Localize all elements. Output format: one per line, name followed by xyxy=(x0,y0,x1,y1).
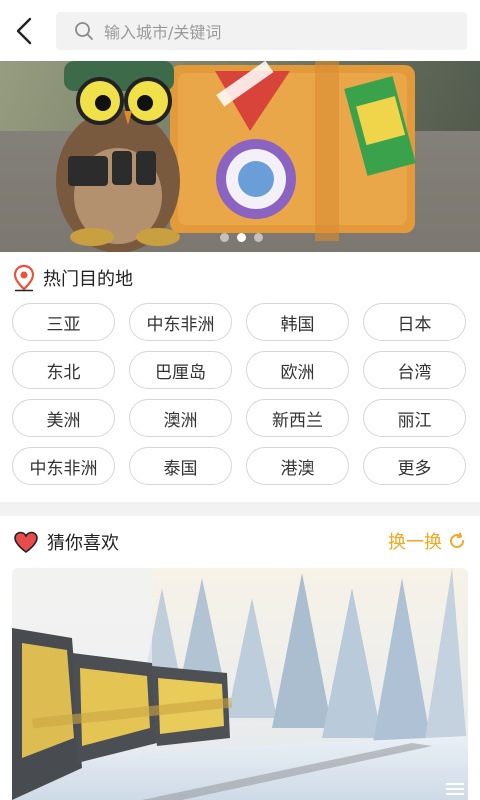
train-snow-image xyxy=(12,568,468,800)
destination-chip[interactable]: 美洲 xyxy=(12,399,115,437)
destination-chip[interactable]: 澳洲 xyxy=(129,399,232,437)
heart-icon xyxy=(14,531,38,553)
destination-chip[interactable]: 泰国 xyxy=(129,447,232,485)
carousel-dot[interactable] xyxy=(254,233,263,242)
more-destinations-button[interactable]: 更多 xyxy=(363,447,466,485)
search-icon xyxy=(75,22,93,40)
destination-chip[interactable]: 三亚 xyxy=(12,303,115,341)
destination-chip[interactable]: 台湾 xyxy=(363,351,466,389)
chevron-left-icon xyxy=(16,17,32,45)
section-divider xyxy=(0,502,480,516)
back-button[interactable] xyxy=(10,14,38,48)
guess-you-like-header: 猜你喜欢 xyxy=(13,529,119,555)
search-placeholder: 输入城市/关键词 xyxy=(104,23,222,42)
carousel-dot[interactable] xyxy=(220,233,229,242)
destination-chip[interactable]: 港澳 xyxy=(246,447,349,485)
page: 输入城市/关键词 热门目的地 三亚 中东非洲 韩国 日本 东北 巴厘岛 欧洲 台… xyxy=(0,0,480,800)
destination-chip[interactable]: 日本 xyxy=(363,303,466,341)
banner-image xyxy=(0,61,480,252)
destination-chip[interactable]: 欧洲 xyxy=(246,351,349,389)
section-title: 猜你喜欢 xyxy=(47,533,119,554)
hot-destinations-header: 热门目的地 xyxy=(13,264,133,292)
destination-chip[interactable]: 中东非洲 xyxy=(12,447,115,485)
top-bar: 输入城市/关键词 xyxy=(0,0,480,62)
refresh-label: 换一换 xyxy=(388,532,442,553)
destination-grid: 三亚 中东非洲 韩国 日本 东北 巴厘岛 欧洲 台湾 美洲 澳洲 新西兰 丽江 … xyxy=(12,303,468,485)
destination-chip[interactable]: 中东非洲 xyxy=(129,303,232,341)
destination-chip[interactable]: 丽江 xyxy=(363,399,466,437)
carousel-indicator xyxy=(220,233,263,242)
search-input[interactable]: 输入城市/关键词 xyxy=(56,12,467,50)
destination-chip[interactable]: 巴厘岛 xyxy=(129,351,232,389)
refresh-icon xyxy=(450,532,465,549)
banner-carousel[interactable] xyxy=(0,61,480,252)
location-pin-icon xyxy=(13,264,35,292)
recommendation-card-image[interactable] xyxy=(12,568,468,800)
carousel-dot-active[interactable] xyxy=(237,233,246,242)
list-icon[interactable] xyxy=(444,782,466,796)
section-title: 热门目的地 xyxy=(43,269,133,290)
refresh-button[interactable]: 换一换 xyxy=(388,528,466,554)
destination-chip[interactable]: 东北 xyxy=(12,351,115,389)
destination-chip[interactable]: 新西兰 xyxy=(246,399,349,437)
destination-chip[interactable]: 韩国 xyxy=(246,303,349,341)
